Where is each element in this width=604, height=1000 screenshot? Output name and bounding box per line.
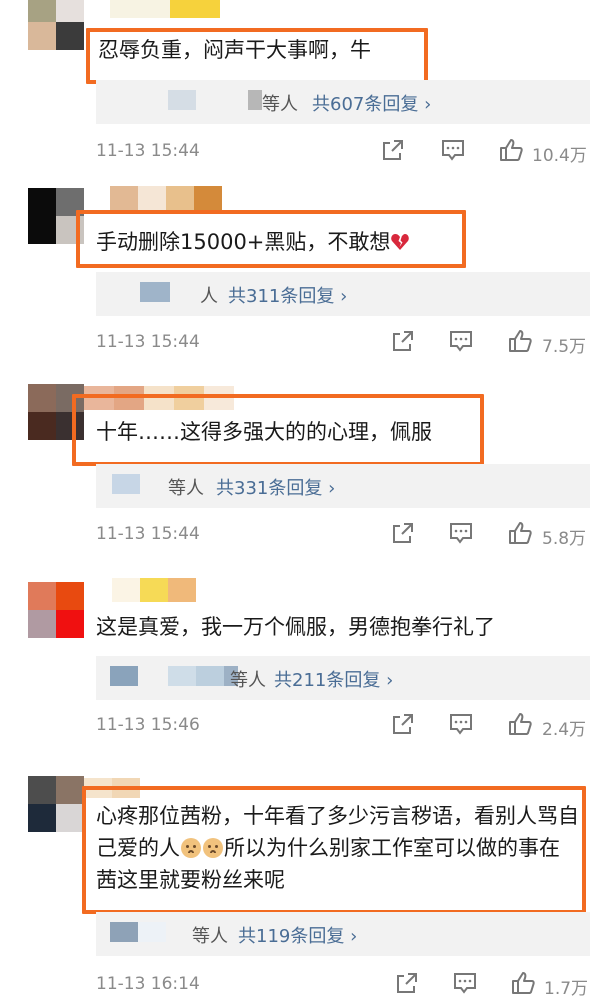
highlight-box [82, 786, 586, 914]
comment-icon[interactable] [448, 328, 478, 358]
reply-summary[interactable]: 等人 共331条回复 › [96, 464, 590, 508]
comment-icon[interactable] [452, 970, 482, 1000]
comment-meta: 11-13 16:14 1.7万 [0, 970, 604, 1000]
reply-users-suffix: 等人 [168, 478, 204, 499]
username-mosaic[interactable] [112, 578, 196, 602]
timestamp: 11-13 15:44 [96, 524, 200, 544]
view-replies-link[interactable]: 共311条回复 › [228, 282, 347, 308]
timestamp: 11-13 16:14 [96, 974, 200, 994]
like-count: 5.8万 [542, 529, 587, 549]
comment-meta: 11-13 15:44 7.5万 [0, 328, 604, 358]
reply-users-suffix: 人 [200, 286, 218, 307]
comment-meta: 11-13 15:46 2.4万 [0, 711, 604, 741]
highlight-box [86, 28, 428, 84]
thumbs-up-icon[interactable] [507, 711, 537, 741]
replier-avatar [110, 922, 138, 942]
replier-avatar [168, 90, 196, 110]
replier-avatar [140, 282, 170, 302]
like-count: 1.7万 [544, 979, 589, 999]
timestamp: 11-13 15:46 [96, 715, 200, 735]
share-icon[interactable] [394, 970, 424, 1000]
share-icon[interactable] [390, 711, 420, 741]
comment-item: 忍辱负重，闷声干大事啊，牛 等人 共607条回复 › 11-13 15:44 1… [0, 0, 604, 180]
comment-icon[interactable] [448, 711, 478, 741]
reply-summary[interactable]: 等人 共607条回复 › [96, 80, 590, 124]
timestamp: 11-13 15:44 [96, 141, 200, 161]
avatar[interactable] [28, 776, 84, 832]
comment-meta: 11-13 15:44 10.4万 [0, 137, 604, 167]
reply-users-suffix: 等人 [230, 670, 266, 691]
reply-summary[interactable]: 等人 共211条回复 › [96, 656, 590, 700]
thumbs-up-icon[interactable] [507, 520, 537, 550]
reply-users-suffix: 等人 [192, 926, 228, 947]
comment-icon[interactable] [440, 137, 470, 167]
view-replies-link[interactable]: 共607条回复 › [312, 90, 431, 116]
like-count: 10.4万 [532, 146, 587, 166]
like-count: 7.5万 [542, 337, 587, 357]
comment-item: 手动删除15000+黑贴，不敢想 人 共311条回复 › 11-13 15:44… [0, 186, 604, 366]
comment-item: 心疼那位茜粉，十年看了多少污言秽语，看别人骂自己爱的人 所以为什么别家工作室可以做… [0, 772, 604, 1000]
avatar[interactable] [28, 0, 84, 50]
thumbs-up-icon[interactable] [498, 137, 528, 167]
view-replies-link[interactable]: 共119条回复 › [238, 922, 357, 948]
replier-avatar [112, 474, 140, 494]
highlight-box [76, 210, 466, 268]
comment-meta: 11-13 15:44 5.8万 [0, 520, 604, 550]
thumbs-up-icon[interactable] [507, 328, 537, 358]
reply-summary[interactable]: 人 共311条回复 › [96, 272, 590, 316]
username-mosaic[interactable] [110, 0, 220, 18]
username-mosaic[interactable] [110, 186, 222, 210]
share-icon[interactable] [380, 137, 410, 167]
reply-summary[interactable]: 等人 共119条回复 › [96, 912, 590, 956]
thumbs-up-icon[interactable] [510, 970, 540, 1000]
comment-item: 这是真爱，我一万个佩服，男德抱拳行礼了 等人 共211条回复 › 11-13 1… [0, 578, 604, 758]
comment-item: 十年……这得多强大的的心理，佩服 等人 共331条回复 › 11-13 15:4… [0, 380, 604, 560]
view-replies-link[interactable]: 共331条回复 › [216, 474, 335, 500]
replier-avatar [110, 666, 138, 686]
share-icon[interactable] [390, 520, 420, 550]
like-count: 2.4万 [542, 720, 587, 740]
timestamp: 11-13 15:44 [96, 332, 200, 352]
share-icon[interactable] [390, 328, 420, 358]
comment-text: 这是真爱，我一万个佩服，男德抱拳行礼了 [96, 615, 495, 639]
reply-users-suffix: 等人 [262, 94, 298, 115]
comment-icon[interactable] [448, 520, 478, 550]
highlight-box [72, 394, 484, 466]
avatar[interactable] [28, 582, 84, 638]
view-replies-link[interactable]: 共211条回复 › [274, 666, 393, 692]
